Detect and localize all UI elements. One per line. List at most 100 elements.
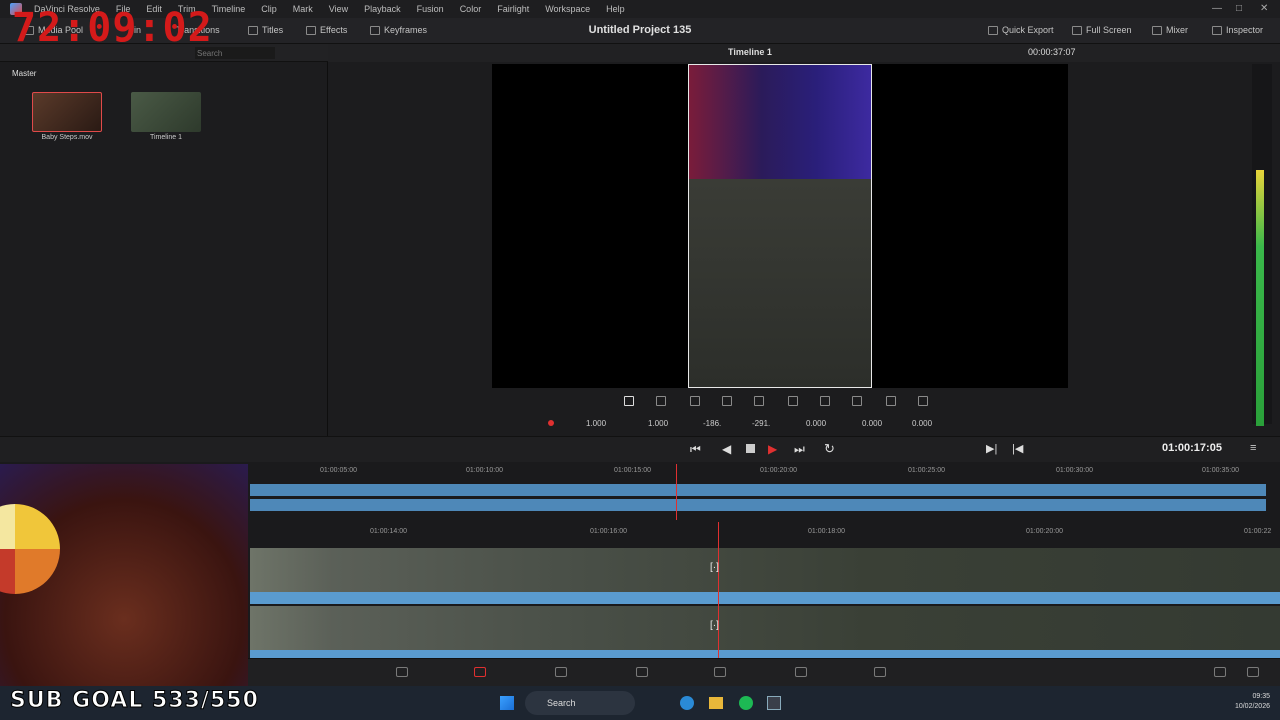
- menu-playback[interactable]: Playback: [356, 4, 409, 14]
- mixer-button[interactable]: Mixer: [1152, 25, 1188, 35]
- ruler-label: 01:00:18:00: [808, 528, 845, 535]
- keyframes-button[interactable]: Keyframes: [370, 25, 427, 35]
- position-x-value[interactable]: -186.: [703, 419, 721, 428]
- system-clock[interactable]: 09:35 10/02/2026: [1200, 692, 1270, 712]
- go-to-end-icon[interactable]: ⏭: [794, 442, 805, 457]
- speed-icon[interactable]: [754, 396, 764, 406]
- full-screen-button[interactable]: Full Screen: [1072, 25, 1132, 35]
- inspector-button[interactable]: Inspector: [1212, 25, 1263, 35]
- menu-fairlight[interactable]: Fairlight: [489, 4, 537, 14]
- fairlight-page-icon[interactable]: [795, 667, 807, 677]
- ruler-label: 01:00:35:00: [1202, 467, 1239, 474]
- yaw-value[interactable]: 0.000: [912, 419, 932, 428]
- inspector-icon: [1212, 25, 1222, 35]
- transform-icon[interactable]: [624, 396, 634, 406]
- play-icon[interactable]: ▶: [768, 442, 777, 456]
- video-clip-v2[interactable]: [250, 548, 1280, 592]
- media-page-icon[interactable]: [396, 667, 408, 677]
- keyframes-label: Keyframes: [384, 25, 428, 35]
- audio-clip-a2[interactable]: [250, 650, 1280, 658]
- menu-fusion[interactable]: Fusion: [409, 4, 452, 14]
- ruler-label: 01:00:10:00: [466, 467, 503, 474]
- composite-icon[interactable]: [722, 396, 732, 406]
- mask-icon[interactable]: [918, 396, 928, 406]
- go-to-start-icon[interactable]: ⏮: [690, 442, 701, 457]
- vertical-frame: [688, 64, 872, 388]
- effects-icon: [306, 25, 316, 35]
- media-thumb-label: Timeline 1: [149, 134, 183, 141]
- color-page-icon[interactable]: [714, 667, 726, 677]
- settings-gear-icon[interactable]: [1247, 667, 1259, 677]
- resolve-taskbar-icon[interactable]: [767, 696, 781, 710]
- spin-wheel-graphic: [0, 504, 60, 594]
- cut-marker-icon: [·]: [710, 620, 719, 631]
- upper-playhead[interactable]: [676, 464, 677, 520]
- prev-edit-icon[interactable]: |◀: [1012, 442, 1023, 455]
- edge-icon[interactable]: [680, 696, 694, 710]
- fusion-page-icon[interactable]: [636, 667, 648, 677]
- menu-clip[interactable]: Clip: [253, 4, 285, 14]
- scale-icon[interactable]: [852, 396, 862, 406]
- effects-button[interactable]: Effects: [306, 25, 347, 35]
- deliver-page-icon[interactable]: [874, 667, 886, 677]
- titles-icon: [248, 25, 258, 35]
- inspector-label: Inspector: [1226, 25, 1264, 35]
- crop-icon[interactable]: [656, 396, 666, 406]
- menu-workspace[interactable]: Workspace: [537, 4, 598, 14]
- video-clip-v1[interactable]: [250, 606, 1280, 652]
- maximize-icon[interactable]: □: [1236, 3, 1242, 14]
- lower-playhead[interactable]: [718, 522, 719, 658]
- reverse-play-icon[interactable]: ◀: [722, 442, 731, 456]
- pitch-value[interactable]: 0.000: [862, 419, 882, 428]
- edit-page-icon[interactable]: [555, 667, 567, 677]
- ruler-label: 01:00:20:00: [1026, 528, 1063, 535]
- options-icon[interactable]: ≡: [1250, 442, 1256, 454]
- stream-timer-overlay: 72:09:02: [12, 5, 213, 51]
- taskbar-search[interactable]: Search: [525, 691, 635, 715]
- overview-track-video[interactable]: [250, 484, 1266, 496]
- video-viewer[interactable]: [492, 64, 1068, 388]
- meter-level: [1256, 170, 1264, 426]
- timeline-name-dropdown[interactable]: Timeline 1: [728, 47, 772, 57]
- export-icon: [988, 25, 998, 35]
- stream-webcam-overlay: [0, 464, 248, 686]
- stabilize-icon[interactable]: [788, 396, 798, 406]
- quick-export-label: Quick Export: [1002, 25, 1054, 35]
- mixer-icon: [1152, 25, 1162, 35]
- effects-label: Effects: [320, 25, 348, 35]
- menu-mark[interactable]: Mark: [285, 4, 321, 14]
- quick-export-button[interactable]: Quick Export: [988, 25, 1054, 35]
- media-thumb-timeline[interactable]: [131, 92, 201, 132]
- file-explorer-icon[interactable]: [709, 697, 723, 709]
- spotify-icon[interactable]: [739, 696, 753, 710]
- position-y-value[interactable]: -291.: [752, 419, 770, 428]
- source-timecode: 00:00:37:07: [1028, 47, 1076, 57]
- overview-track-audio[interactable]: [250, 499, 1266, 511]
- menu-view[interactable]: View: [321, 4, 356, 14]
- audio-clip-a1[interactable]: [250, 592, 1280, 604]
- minimize-icon[interactable]: —: [1212, 3, 1222, 14]
- dynamic-zoom-icon[interactable]: [690, 396, 700, 406]
- ruler-label: 01:00:14:00: [370, 528, 407, 535]
- next-edit-icon[interactable]: ▶|: [986, 442, 997, 455]
- record-dot-icon[interactable]: [548, 420, 554, 426]
- mixer-label: Mixer: [1166, 25, 1188, 35]
- cut-page-icon[interactable]: [474, 667, 486, 677]
- stop-icon[interactable]: [746, 444, 755, 453]
- close-icon[interactable]: ✕: [1260, 3, 1268, 14]
- windows-start-icon[interactable]: [500, 696, 514, 710]
- menu-help[interactable]: Help: [598, 4, 633, 14]
- ruler-label: 01:00:25:00: [908, 467, 945, 474]
- game-layer: [689, 179, 871, 387]
- loop-icon[interactable]: ↻: [824, 441, 835, 457]
- rotation-value[interactable]: 0.000: [806, 419, 826, 428]
- media-pool-panel: Master Baby Steps.mov Timeline 1: [0, 44, 328, 436]
- zoom-y-value[interactable]: 1.000: [648, 419, 668, 428]
- zoom-x-value[interactable]: 1.000: [586, 419, 606, 428]
- titles-button[interactable]: Titles: [248, 25, 283, 35]
- media-thumb-baby-steps[interactable]: [32, 92, 102, 132]
- lens-icon[interactable]: [820, 396, 830, 406]
- audio-icon[interactable]: [886, 396, 896, 406]
- home-icon[interactable]: [1214, 667, 1226, 677]
- menu-color[interactable]: Color: [452, 4, 490, 14]
